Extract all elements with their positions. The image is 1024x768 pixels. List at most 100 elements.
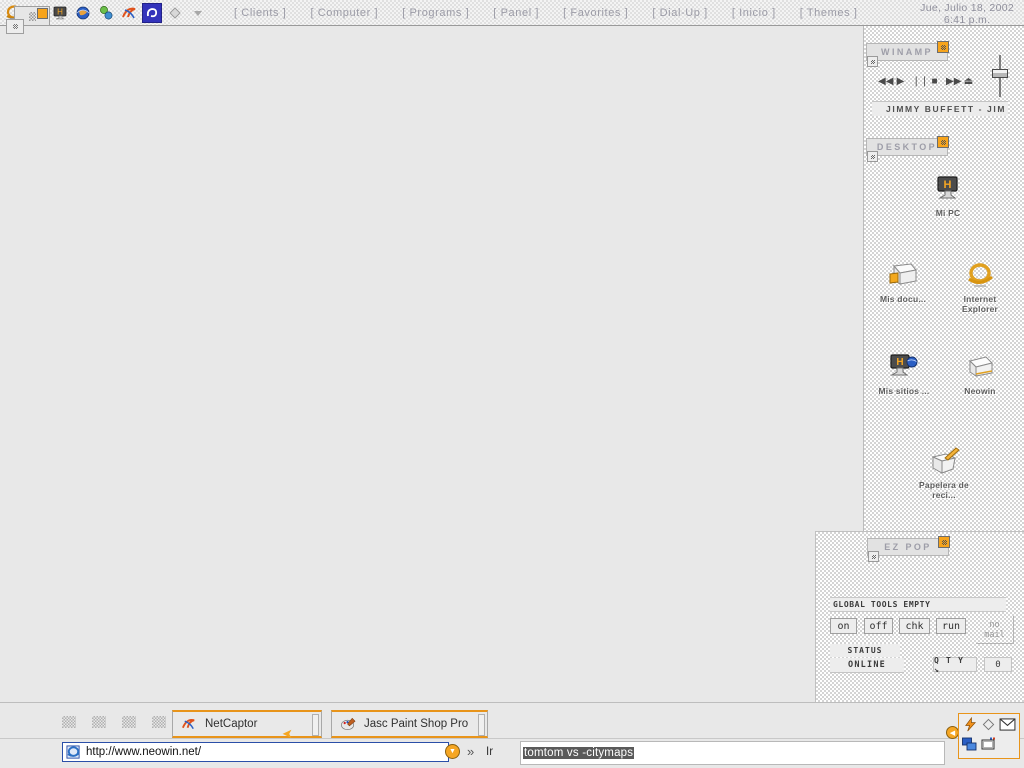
quicklaunch-icon-2[interactable] (92, 716, 106, 728)
ezpop-qty-value: 0 (984, 657, 1012, 672)
diamond-icon[interactable] (165, 3, 185, 23)
taskbar-button-grip[interactable] (312, 714, 319, 736)
menu-themes[interactable]: [ Themes ] (788, 7, 870, 19)
netcaptor-icon (182, 719, 195, 730)
system-tray (958, 713, 1020, 759)
winamp-restore-button[interactable] (937, 41, 949, 53)
desktop-icon-mis-sitios-de-red[interactable]: H Mis sitios ... (873, 350, 935, 396)
desktop-icon-papelera[interactable]: Papelera de reci... (913, 444, 975, 500)
start-button[interactable] (6, 6, 50, 34)
documents-folder-icon (872, 258, 934, 292)
menu-favorites[interactable]: [ Favorites ] (551, 7, 640, 19)
menu-dial-up[interactable]: [ Dial-Up ] (640, 7, 720, 19)
ezpop-global-tools-text: GLOBAL TOOLS EMPTY (833, 600, 931, 609)
ezpop-status-value: ONLINE (830, 658, 904, 673)
menu-inicio[interactable]: [ Inicio ] (720, 7, 788, 19)
active-window-icon[interactable] (142, 2, 162, 23)
network-icon[interactable] (962, 737, 978, 755)
lightning-icon[interactable] (963, 716, 978, 735)
taskbar-button-netcaptor[interactable]: NetCaptor (172, 710, 322, 738)
address-bar[interactable]: http://www.neowin.net/ (62, 742, 449, 762)
desktop-icon-label: Mis sitios ... (878, 386, 930, 396)
ezpop-menu-button[interactable] (868, 551, 879, 562)
taskbar-button-label: Jasc Paint Shop Pro (364, 718, 469, 730)
desktop-icon-label: Internet Explorer (961, 294, 999, 314)
search-input-value: tomtom vs -citymaps (523, 747, 635, 759)
desktop-icon-mis-documentos[interactable]: Mis docu... (872, 258, 934, 304)
previous-track-button[interactable]: ◀◀ (878, 77, 893, 87)
winamp-menu-button[interactable] (867, 56, 878, 67)
address-dropdown-button[interactable]: ▼ (445, 744, 460, 759)
desktop-title: DESKTOP (876, 142, 938, 152)
desktop-icon-neowin[interactable]: Neowin (949, 350, 1011, 396)
menu-programs[interactable]: [ Programs ] (390, 7, 481, 19)
ezpop-on-button[interactable]: on (830, 618, 857, 634)
ezpop-run-button[interactable]: run (936, 618, 966, 634)
clock-time: 6:41 p.m. (943, 14, 991, 26)
display-properties-icon[interactable] (981, 737, 997, 755)
desktop-icon-mi-pc[interactable]: H Mi PC (917, 172, 979, 218)
toolbar-menu-group: [ Clients ] [ Computer ] [ Programs ] [ … (222, 7, 870, 19)
quicklaunch-icon-4[interactable] (152, 716, 166, 728)
slider-thumb[interactable] (992, 69, 1008, 78)
quicklaunch-icon-1[interactable] (62, 716, 76, 728)
menu-panel[interactable]: [ Panel ] (481, 7, 551, 19)
ezpop-titlebar[interactable]: EZ POP (867, 538, 949, 556)
spheres-icon[interactable] (96, 3, 116, 23)
svg-text:H: H (944, 179, 952, 191)
internet-explorer-icon (949, 258, 1011, 292)
winamp-volume-slider[interactable] (992, 55, 1008, 97)
winamp-track-title: JIMMY BUFFETT - JIM (886, 104, 1006, 114)
start-button-secondary[interactable] (6, 19, 24, 34)
workspace-area (0, 26, 863, 702)
chevron-down-icon[interactable] (188, 3, 208, 23)
ezpop-mail-status-line1: no (989, 619, 1000, 630)
clock-date: Jue, Julio 18, 2002 (920, 2, 1014, 14)
ezpop-global-tools-status: GLOBAL TOOLS EMPTY (830, 597, 1006, 612)
ezpop-panel: EZ POP GLOBAL TOOLS EMPTY on off chk run… (815, 531, 1024, 702)
mail-icon[interactable] (999, 718, 1016, 734)
ezpop-off-button[interactable]: off (864, 618, 893, 634)
svg-text:H: H (896, 357, 903, 368)
play-button[interactable]: ▶ (895, 77, 906, 87)
eject-button[interactable]: ⏏ (963, 77, 974, 87)
ezpop-status-label: STATUS (830, 644, 900, 657)
globe-icon[interactable] (73, 3, 93, 23)
pause-button[interactable]: ❘❘ (912, 77, 929, 87)
netcaptor-icon[interactable] (119, 3, 139, 23)
quicklaunch-icon-3[interactable] (122, 716, 136, 728)
desktop-icon-label: Mis docu... (879, 294, 927, 304)
menu-computer[interactable]: [ Computer ] (298, 7, 390, 19)
my-computer-icon[interactable]: H (50, 3, 70, 23)
ezpop-title: EZ POP (884, 542, 932, 552)
desktop-titlebar[interactable]: DESKTOP (866, 138, 948, 156)
diamond-icon[interactable] (982, 718, 995, 734)
go-button[interactable]: Ir (486, 746, 493, 758)
ezpop-chk-button[interactable]: chk (899, 618, 930, 634)
go-arrow-icon[interactable]: » (467, 744, 474, 759)
desktop-restore-button[interactable] (937, 136, 949, 148)
next-track-button[interactable]: ▶▶ (946, 77, 961, 87)
quicklaunch-bar (62, 716, 166, 728)
desktop-menu-button[interactable] (867, 151, 878, 162)
clock: Jue, Julio 18, 2002 6:41 p.m. (920, 2, 1014, 26)
search-input[interactable]: tomtom vs -citymaps (520, 741, 945, 765)
desktop-icon-label: Neowin (964, 386, 996, 396)
menu-clients[interactable]: [ Clients ] (222, 7, 298, 19)
paint-shop-pro-icon (341, 717, 356, 731)
ezpop-restore-button[interactable] (938, 536, 950, 548)
winamp-track-display: JIMMY BUFFETT - JIM (872, 101, 1008, 116)
winamp-title: WINAMP (881, 47, 933, 57)
stop-button[interactable]: ■ (929, 77, 940, 87)
start-restore-button[interactable] (37, 8, 48, 19)
taskbar-button-grip[interactable] (478, 714, 485, 736)
desktop-icon-label: Mi PC (935, 208, 961, 218)
winamp-titlebar[interactable]: WINAMP (866, 43, 948, 61)
neowin-envelope-icon (949, 350, 1011, 384)
taskbar-button-label: NetCaptor (205, 718, 258, 730)
ezpop-qty-label: Q T Y ↘ (933, 656, 977, 674)
recycle-bin-icon (913, 444, 975, 478)
taskbar-button-paint-shop-pro[interactable]: Jasc Paint Shop Pro (331, 710, 488, 738)
start-dots-icon (28, 11, 36, 21)
desktop-icon-internet-explorer[interactable]: Internet Explorer (949, 258, 1011, 314)
